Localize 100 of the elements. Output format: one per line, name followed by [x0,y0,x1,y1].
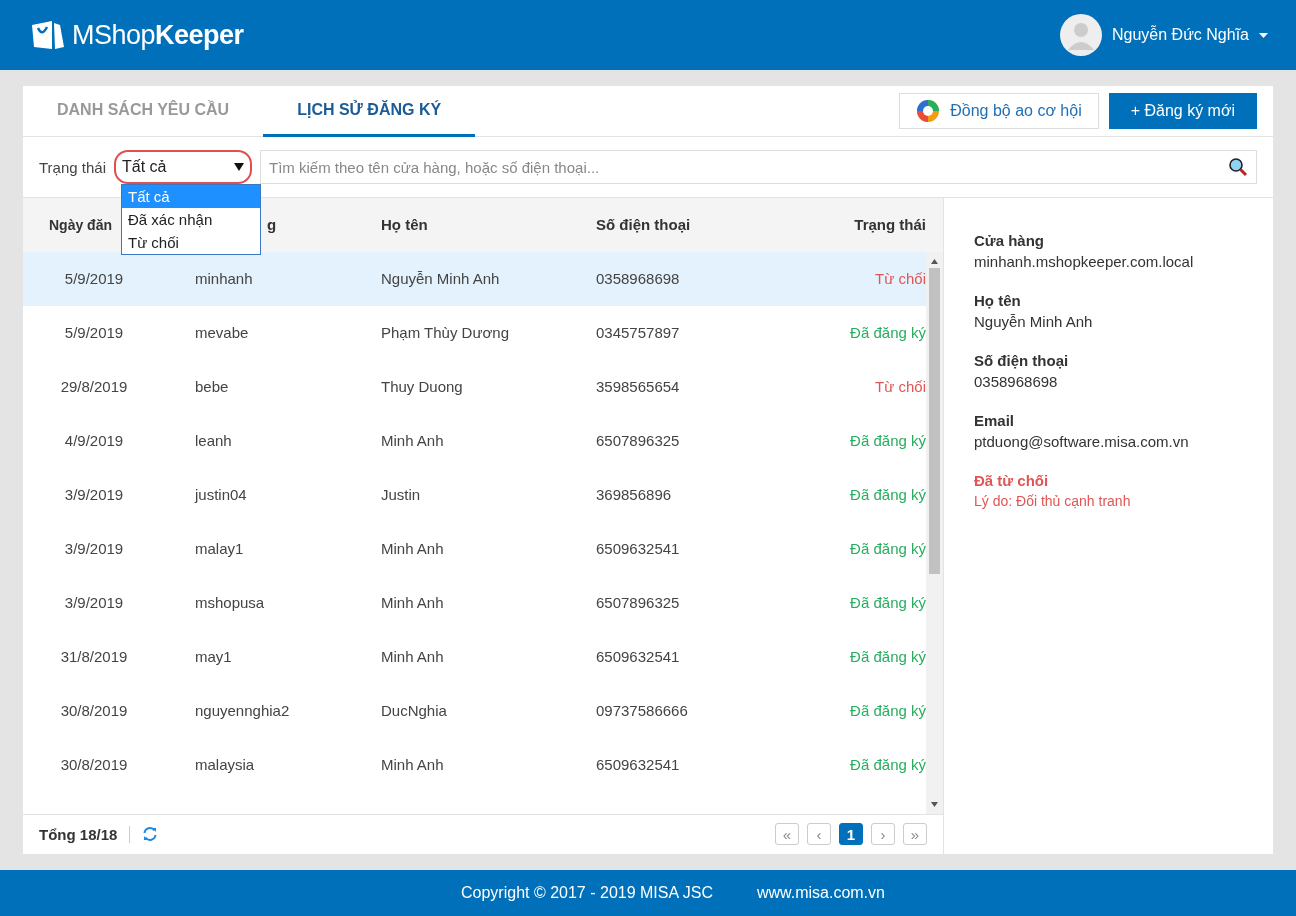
status-text: Từ chối [874,270,926,288]
table-cell-text: 5/9/2019 [63,324,125,342]
table-cell-text: 6509632541 [596,756,681,774]
table-cell-text: mevabe [194,324,250,342]
table-cell-text: justin04 [193,486,248,504]
table-cell-text: may1 [194,648,233,666]
detail-label: Email [974,412,1016,429]
table-cell-text: 6509632541 [596,648,681,666]
table-cell-text: bebe [194,378,230,396]
column-header: Số điện thoại [596,216,691,234]
table-cell-text: 09737586666 [596,702,689,720]
table-cell-text: Minh Anh [381,540,445,558]
status-text: Đã đăng ký [849,324,926,342]
table-cell-text: 0358968698 [596,270,681,288]
pagination-button[interactable]: » [903,823,927,846]
status-text: Đã đăng ký [849,648,926,666]
pagination-button[interactable]: › [871,823,895,846]
column-header: Trạng thái [854,216,926,234]
table-cell-text: 30/8/2019 [59,756,129,774]
table-cell-text: 3/9/2019 [63,594,125,612]
column-header: Họ tên [381,216,428,234]
website-link[interactable]: www.misa.com.vn [756,884,885,902]
detail-value: Nguyễn Minh Anh [974,313,1094,330]
status-text: Đã đăng ký [849,540,926,558]
table-cell-text: 6507896325 [596,594,681,612]
dropdown-option[interactable]: Đã xác nhận [122,208,260,231]
detail-label: Cửa hàng [974,232,1046,249]
pagination-button[interactable]: 1 [839,823,863,846]
detail-value: ptduong@software.misa.com.vn [974,433,1190,450]
detail-label: Họ tên [974,292,1022,309]
pagination-button[interactable]: ‹ [807,823,831,846]
table-cell-text: 3598565654 [596,378,681,396]
copyright-text: Copyright © 2017 - 2019 MISA JSC [461,884,713,902]
column-header: Ngày đăn [49,216,112,233]
app-logo[interactable]: MShopKeeper [72,19,244,51]
table-row[interactable]: 3/9/2019 justin04 Justin 369856896 Đã đăng ký [23,467,926,522]
table-cell-text: 3/9/2019 [63,540,125,558]
rejection-reason: Lý do: Đối thủ cạnh tranh [974,493,1132,509]
table-cell-text: malay1 [194,540,245,558]
status-text: Đã đăng ký [849,756,926,774]
detail-label: Số điện thoại [974,352,1070,369]
column-header: g [267,216,277,234]
table-row[interactable]: 5/9/2019 mevabe Phạm Thùy Dương 0345757897 Đã đăng ký [23,305,926,360]
table-cell-text: minhanh [194,270,254,288]
table-cell-text: 4/9/2019 [63,432,125,450]
dropdown-option[interactable]: Từ chối [122,231,260,254]
shopping-bag-icon [30,19,66,51]
search-icon[interactable] [1228,157,1248,177]
pagination-button[interactable]: « [775,823,799,846]
table-cell-text: malaysia [194,756,256,774]
user-name[interactable]: Nguyễn Đức Nghĩa [1112,26,1249,44]
table-cell-text: 369856896 [596,486,673,504]
table-cell-text: leanh [194,432,233,450]
table-row[interactable]: 30/8/2019 malaysia Minh Anh 6509632541 Đã đăng ký [23,737,926,792]
table-cell-text: Nguyễn Minh Anh [381,270,501,288]
status-text: Đã đăng ký [849,486,926,504]
detail-value: 0358968698 [974,373,1059,390]
table-cell-text: Minh Anh [381,648,445,666]
table-row[interactable]: 31/8/2019 may1 Minh Anh 6509632541 Đã đăng ký [23,629,926,684]
table-cell-text: Justin [381,486,422,504]
search-field[interactable]: Tìm kiếm theo tên cửa hàng, hoặc số điện thoại... [260,150,1257,184]
table-cell-text: 6509632541 [596,540,681,558]
table-cell-text: nguyennghia2 [194,702,291,720]
status-label: Trạng thái [39,158,106,176]
status-text: Đã đăng ký [849,594,926,612]
rejected-status: Đã từ chối [974,472,1050,489]
new-registration-button[interactable]: + Đăng ký mới [1108,93,1257,129]
detail-value: minhanh.mshopkeeper.com.local [974,253,1195,270]
table-cell-text: Minh Anh [381,432,445,450]
table-cell-text: 3/9/2019 [63,486,125,504]
table-cell-text: 29/8/2019 [59,378,129,396]
table-cell-text: 6507896325 [596,432,681,450]
status-text: Đã đăng ký [849,702,926,720]
table-cell-text: Thuy Duong [381,378,464,396]
table-row[interactable]: 30/8/2019 nguyennghia2 DucNghia 09737586666 Đã đăng ký [23,683,926,738]
table-row[interactable]: 4/9/2019 leanh Minh Anh 6507896325 Đã đăng ký [23,413,926,468]
table-row[interactable]: 5/9/2019 minhanh Nguyễn Minh Anh 0358968698 Từ chối [23,251,926,306]
table-cell-text: Minh Anh [381,756,445,774]
table-cell-text: mshopusa [194,594,266,612]
table-cell-text: 30/8/2019 [59,702,129,720]
table-cell-text: DucNghia [381,702,448,720]
table-row[interactable]: 3/9/2019 malay1 Minh Anh 6509632541 Đã đăng ký [23,521,926,576]
status-text: Đã đăng ký [849,432,926,450]
tab[interactable]: LỊCH SỬ ĐĂNG KÝ [263,86,476,137]
status-text: Từ chối [874,378,926,396]
dropdown-arrow-icon[interactable] [234,163,244,171]
table-cell-text: Minh Anh [381,594,445,612]
table-cell-text: 5/9/2019 [63,270,125,288]
table-cell-text: 31/8/2019 [59,648,129,666]
table-row[interactable]: 3/9/2019 mshopusa Minh Anh 6507896325 Đã đăng ký [23,575,926,630]
sync-button[interactable]: Đồng bộ ao cơ hội [899,93,1099,129]
status-select[interactable]: Tất cả [114,150,252,184]
avatar-icon[interactable] [1060,14,1102,56]
table-cell-text: Phạm Thùy Dương [381,324,510,342]
ring-logo-icon [916,99,941,123]
total-count: Tổng 18/18 [39,825,131,843]
refresh-icon[interactable] [142,826,159,843]
caret-icon[interactable] [1259,32,1268,38]
table-row[interactable]: 29/8/2019 bebe Thuy Duong 3598565654 Từ chối [23,359,926,414]
table-cell-text: 0345757897 [596,324,681,342]
